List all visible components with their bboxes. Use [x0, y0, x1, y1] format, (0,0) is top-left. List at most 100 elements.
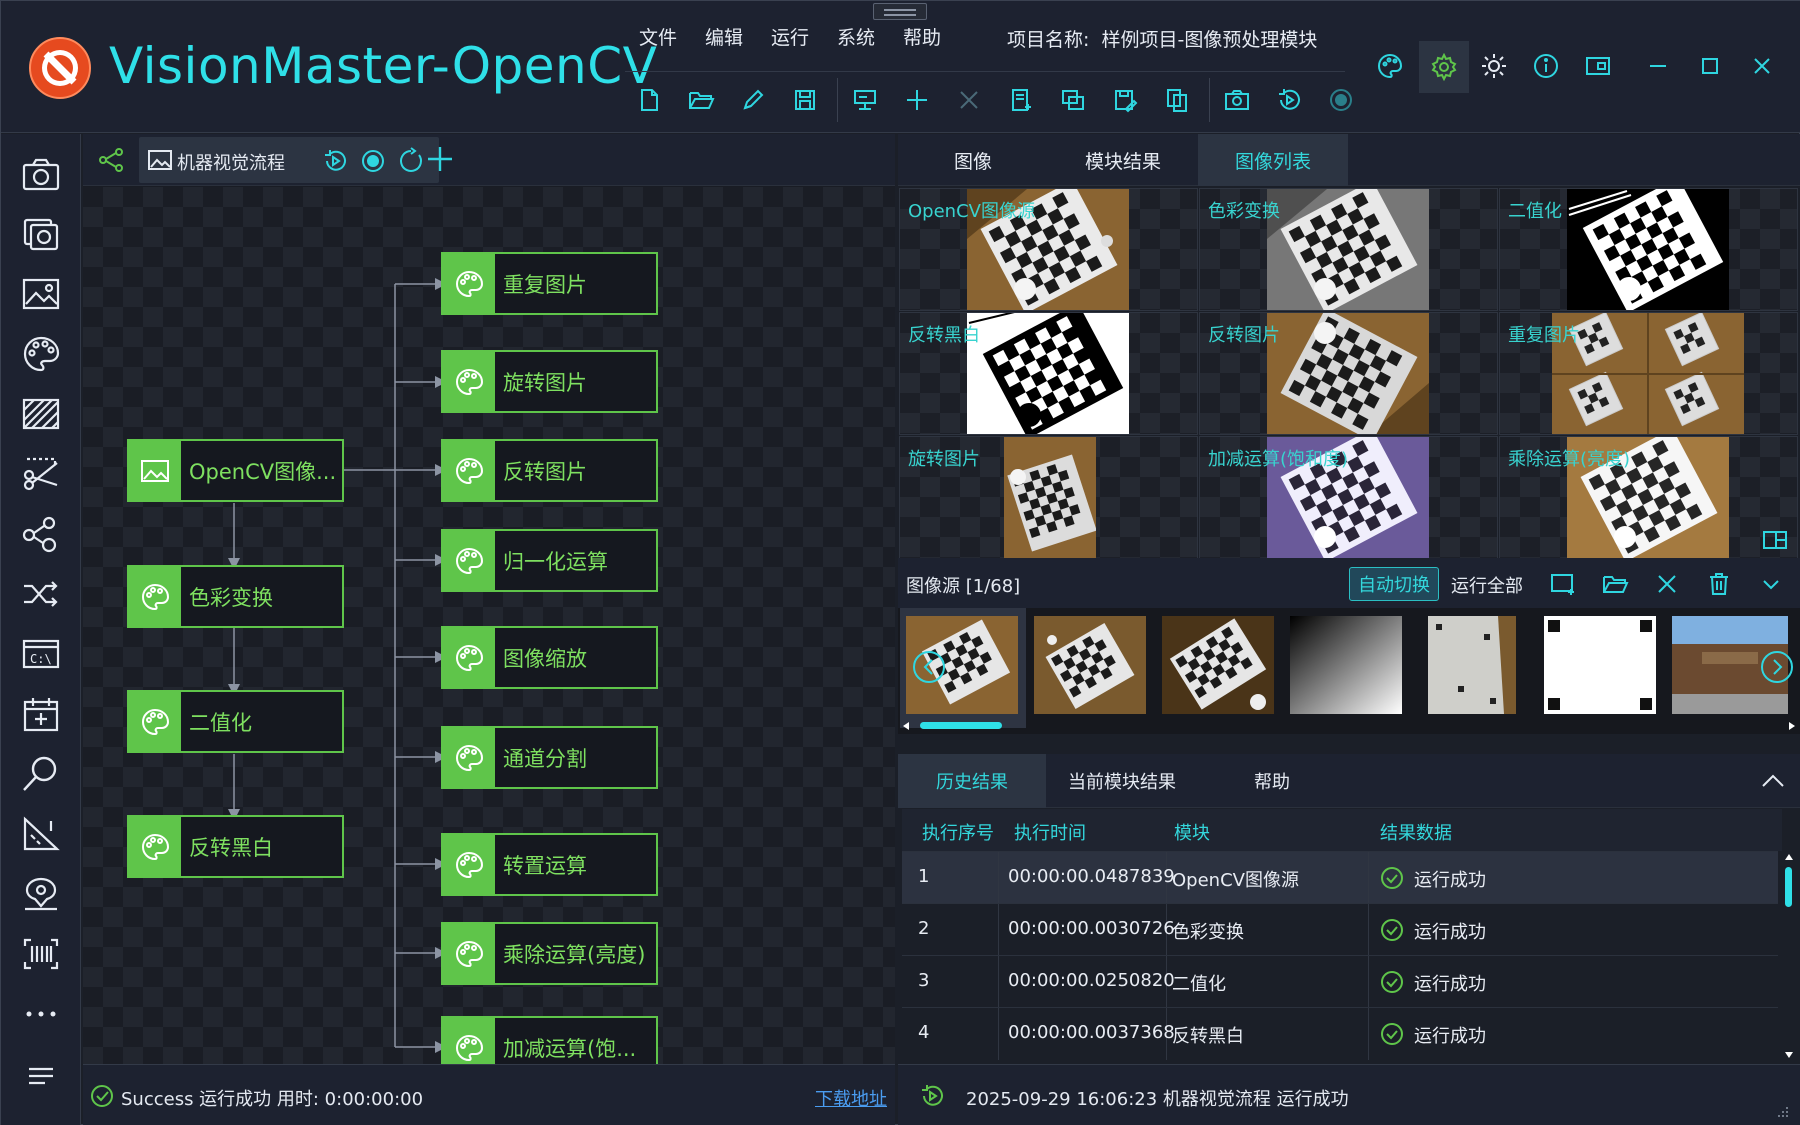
delete-button[interactable]	[951, 82, 987, 118]
sidebar-texture[interactable]	[19, 392, 63, 436]
strip-scroll-thumb[interactable]	[920, 722, 1002, 729]
maximize-button[interactable]	[1689, 45, 1731, 87]
flow-node-rotate-image[interactable]: 旋转图片	[441, 350, 658, 413]
add-flow-button[interactable]	[425, 144, 455, 174]
add-button[interactable]	[899, 82, 935, 118]
sidebar-search[interactable]	[19, 752, 63, 796]
flow-node-add-subtract[interactable]: 加减运算(饱...	[441, 1016, 658, 1064]
flow-node-flip-image[interactable]: 反转图片	[441, 439, 658, 502]
flow-node-transpose[interactable]: 转置运算	[441, 833, 658, 896]
copy-button[interactable]	[1159, 82, 1195, 118]
tab-module-result[interactable]: 模块结果	[1048, 134, 1198, 186]
download-link[interactable]: 下载地址	[815, 1085, 887, 1111]
menu-edit[interactable]: 编辑	[691, 23, 757, 50]
sidebar-graph[interactable]	[19, 512, 63, 556]
strip-scrollbar[interactable]	[898, 720, 1800, 732]
source-thumb-4[interactable]	[1290, 616, 1402, 714]
menu-run[interactable]: 运行	[757, 23, 823, 50]
add-image-button[interactable]	[1546, 567, 1580, 601]
sidebar-measure[interactable]	[19, 812, 63, 856]
tab-help[interactable]: 帮助	[1198, 754, 1346, 808]
save-button[interactable]	[787, 82, 823, 118]
document-add-button[interactable]	[1003, 82, 1039, 118]
flow-node-color-transform[interactable]: 色彩变换	[127, 565, 344, 628]
remove-image-button[interactable]	[1650, 567, 1684, 601]
run-loop-button[interactable]	[1271, 82, 1307, 118]
table-row[interactable]: 3 00:00:00.0250820 二值化 运行成功	[902, 955, 1778, 1008]
source-thumb-3[interactable]	[1162, 616, 1274, 714]
tab-image-list[interactable]: 图像列表	[1198, 134, 1348, 186]
image-cell-multiply-divide[interactable]: 乘除运算(亮度)	[1499, 436, 1798, 559]
menu-system[interactable]: 系统	[823, 23, 889, 50]
tab-machine-vision-flow[interactable]: 机器视觉流程	[139, 137, 439, 183]
tab-image[interactable]: 图像	[898, 134, 1048, 186]
sidebar-calendar[interactable]	[19, 692, 63, 736]
strip-next-button[interactable]	[1760, 650, 1794, 684]
flow-node-opencv-source[interactable]: OpenCV图像...	[127, 439, 344, 502]
run-all-button[interactable]: 运行全部	[1451, 572, 1523, 598]
column-header-module[interactable]: 模块	[1174, 819, 1210, 845]
close-button[interactable]	[1741, 45, 1783, 87]
sidebar-crop[interactable]	[19, 452, 63, 496]
sidebar-palette[interactable]	[19, 332, 63, 376]
open-folder-button[interactable]	[683, 82, 719, 118]
collapse-results-button[interactable]	[1760, 770, 1786, 792]
flow-node-channel-split[interactable]: 通道分割	[441, 726, 658, 789]
source-thumb-5[interactable]	[1428, 616, 1516, 714]
sidebar-camera[interactable]	[19, 152, 63, 196]
split-view-icon[interactable]	[1762, 529, 1788, 551]
image-cell-add-subtract[interactable]: 加减运算(饱和度)	[1199, 436, 1498, 559]
minimize-button[interactable]	[1637, 45, 1679, 87]
flow-node-invert-bw[interactable]: 反转黑白	[127, 815, 344, 878]
table-row[interactable]: 1 00:00:00.0487839 OpenCV图像源 运行成功	[902, 851, 1778, 904]
window-drag-grip[interactable]	[873, 3, 927, 20]
monitor-button[interactable]	[847, 82, 883, 118]
image-cell-color-transform[interactable]: 色彩变换	[1199, 188, 1498, 311]
settings-button[interactable]	[1419, 41, 1469, 93]
flow-node-resize[interactable]: 图像缩放	[441, 626, 658, 689]
sidebar-menu[interactable]	[19, 1054, 63, 1098]
column-header-index[interactable]: 执行序号	[922, 819, 994, 845]
column-header-time[interactable]: 执行时间	[1014, 819, 1086, 845]
sidebar-location[interactable]	[19, 872, 63, 916]
column-header-result[interactable]: 结果数据	[1380, 819, 1452, 845]
palette-button[interactable]	[1369, 45, 1411, 87]
tab-current-module-result[interactable]: 当前模块结果	[1048, 754, 1196, 808]
record-button[interactable]	[1323, 82, 1359, 118]
strip-prev-button[interactable]	[912, 650, 946, 684]
sidebar-shuffle[interactable]	[19, 572, 63, 616]
menu-file[interactable]: 文件	[625, 23, 691, 50]
table-row[interactable]: 4 00:00:00.0037368 反转黑白 运行成功	[902, 1007, 1778, 1060]
source-thumb-6[interactable]	[1544, 616, 1656, 714]
sidebar-multi-camera[interactable]	[19, 212, 63, 256]
edit-button[interactable]	[735, 82, 771, 118]
table-scrollbar[interactable]	[1782, 851, 1796, 1064]
image-cell-rotate-image[interactable]: 旋转图片	[899, 436, 1198, 559]
image-cell-repeat-image[interactable]: 重复图片	[1499, 312, 1798, 435]
sidebar-image[interactable]	[19, 272, 63, 316]
info-button[interactable]	[1525, 45, 1567, 87]
delete-all-images-button[interactable]	[1702, 567, 1736, 601]
flow-tree-button[interactable]	[97, 146, 125, 174]
image-cell-invert-bw[interactable]: 反转黑白	[899, 312, 1198, 435]
table-row[interactable]: 2 00:00:00.0030726 色彩变换 运行成功	[902, 903, 1778, 956]
new-file-button[interactable]	[631, 82, 667, 118]
flow-canvas[interactable]: OpenCV图像... 色彩变换 二值化 反转黑白 重复图片 旋转图片 反转图片…	[83, 187, 895, 1064]
table-scroll-thumb[interactable]	[1785, 867, 1792, 907]
image-cell-flip-image[interactable]: 反转图片	[1199, 312, 1498, 435]
theme-button[interactable]	[1473, 45, 1515, 87]
flow-node-repeat-image[interactable]: 重复图片	[441, 252, 658, 315]
flow-node-normalize[interactable]: 归一化运算	[441, 529, 658, 592]
run-once-icon[interactable]	[321, 147, 349, 175]
sidebar-more[interactable]	[19, 992, 63, 1036]
open-image-folder-button[interactable]	[1598, 567, 1632, 601]
camera-button[interactable]	[1219, 82, 1255, 118]
record-icon[interactable]	[359, 147, 387, 175]
collapse-source-button[interactable]	[1754, 567, 1788, 601]
tab-history-result[interactable]: 历史结果	[898, 754, 1046, 808]
flow-node-binarize[interactable]: 二值化	[127, 690, 344, 753]
image-cell-binarize[interactable]: 二值化	[1499, 188, 1798, 311]
layers-button[interactable]	[1055, 82, 1091, 118]
sidebar-barcode[interactable]	[19, 932, 63, 976]
menu-help[interactable]: 帮助	[889, 23, 955, 50]
